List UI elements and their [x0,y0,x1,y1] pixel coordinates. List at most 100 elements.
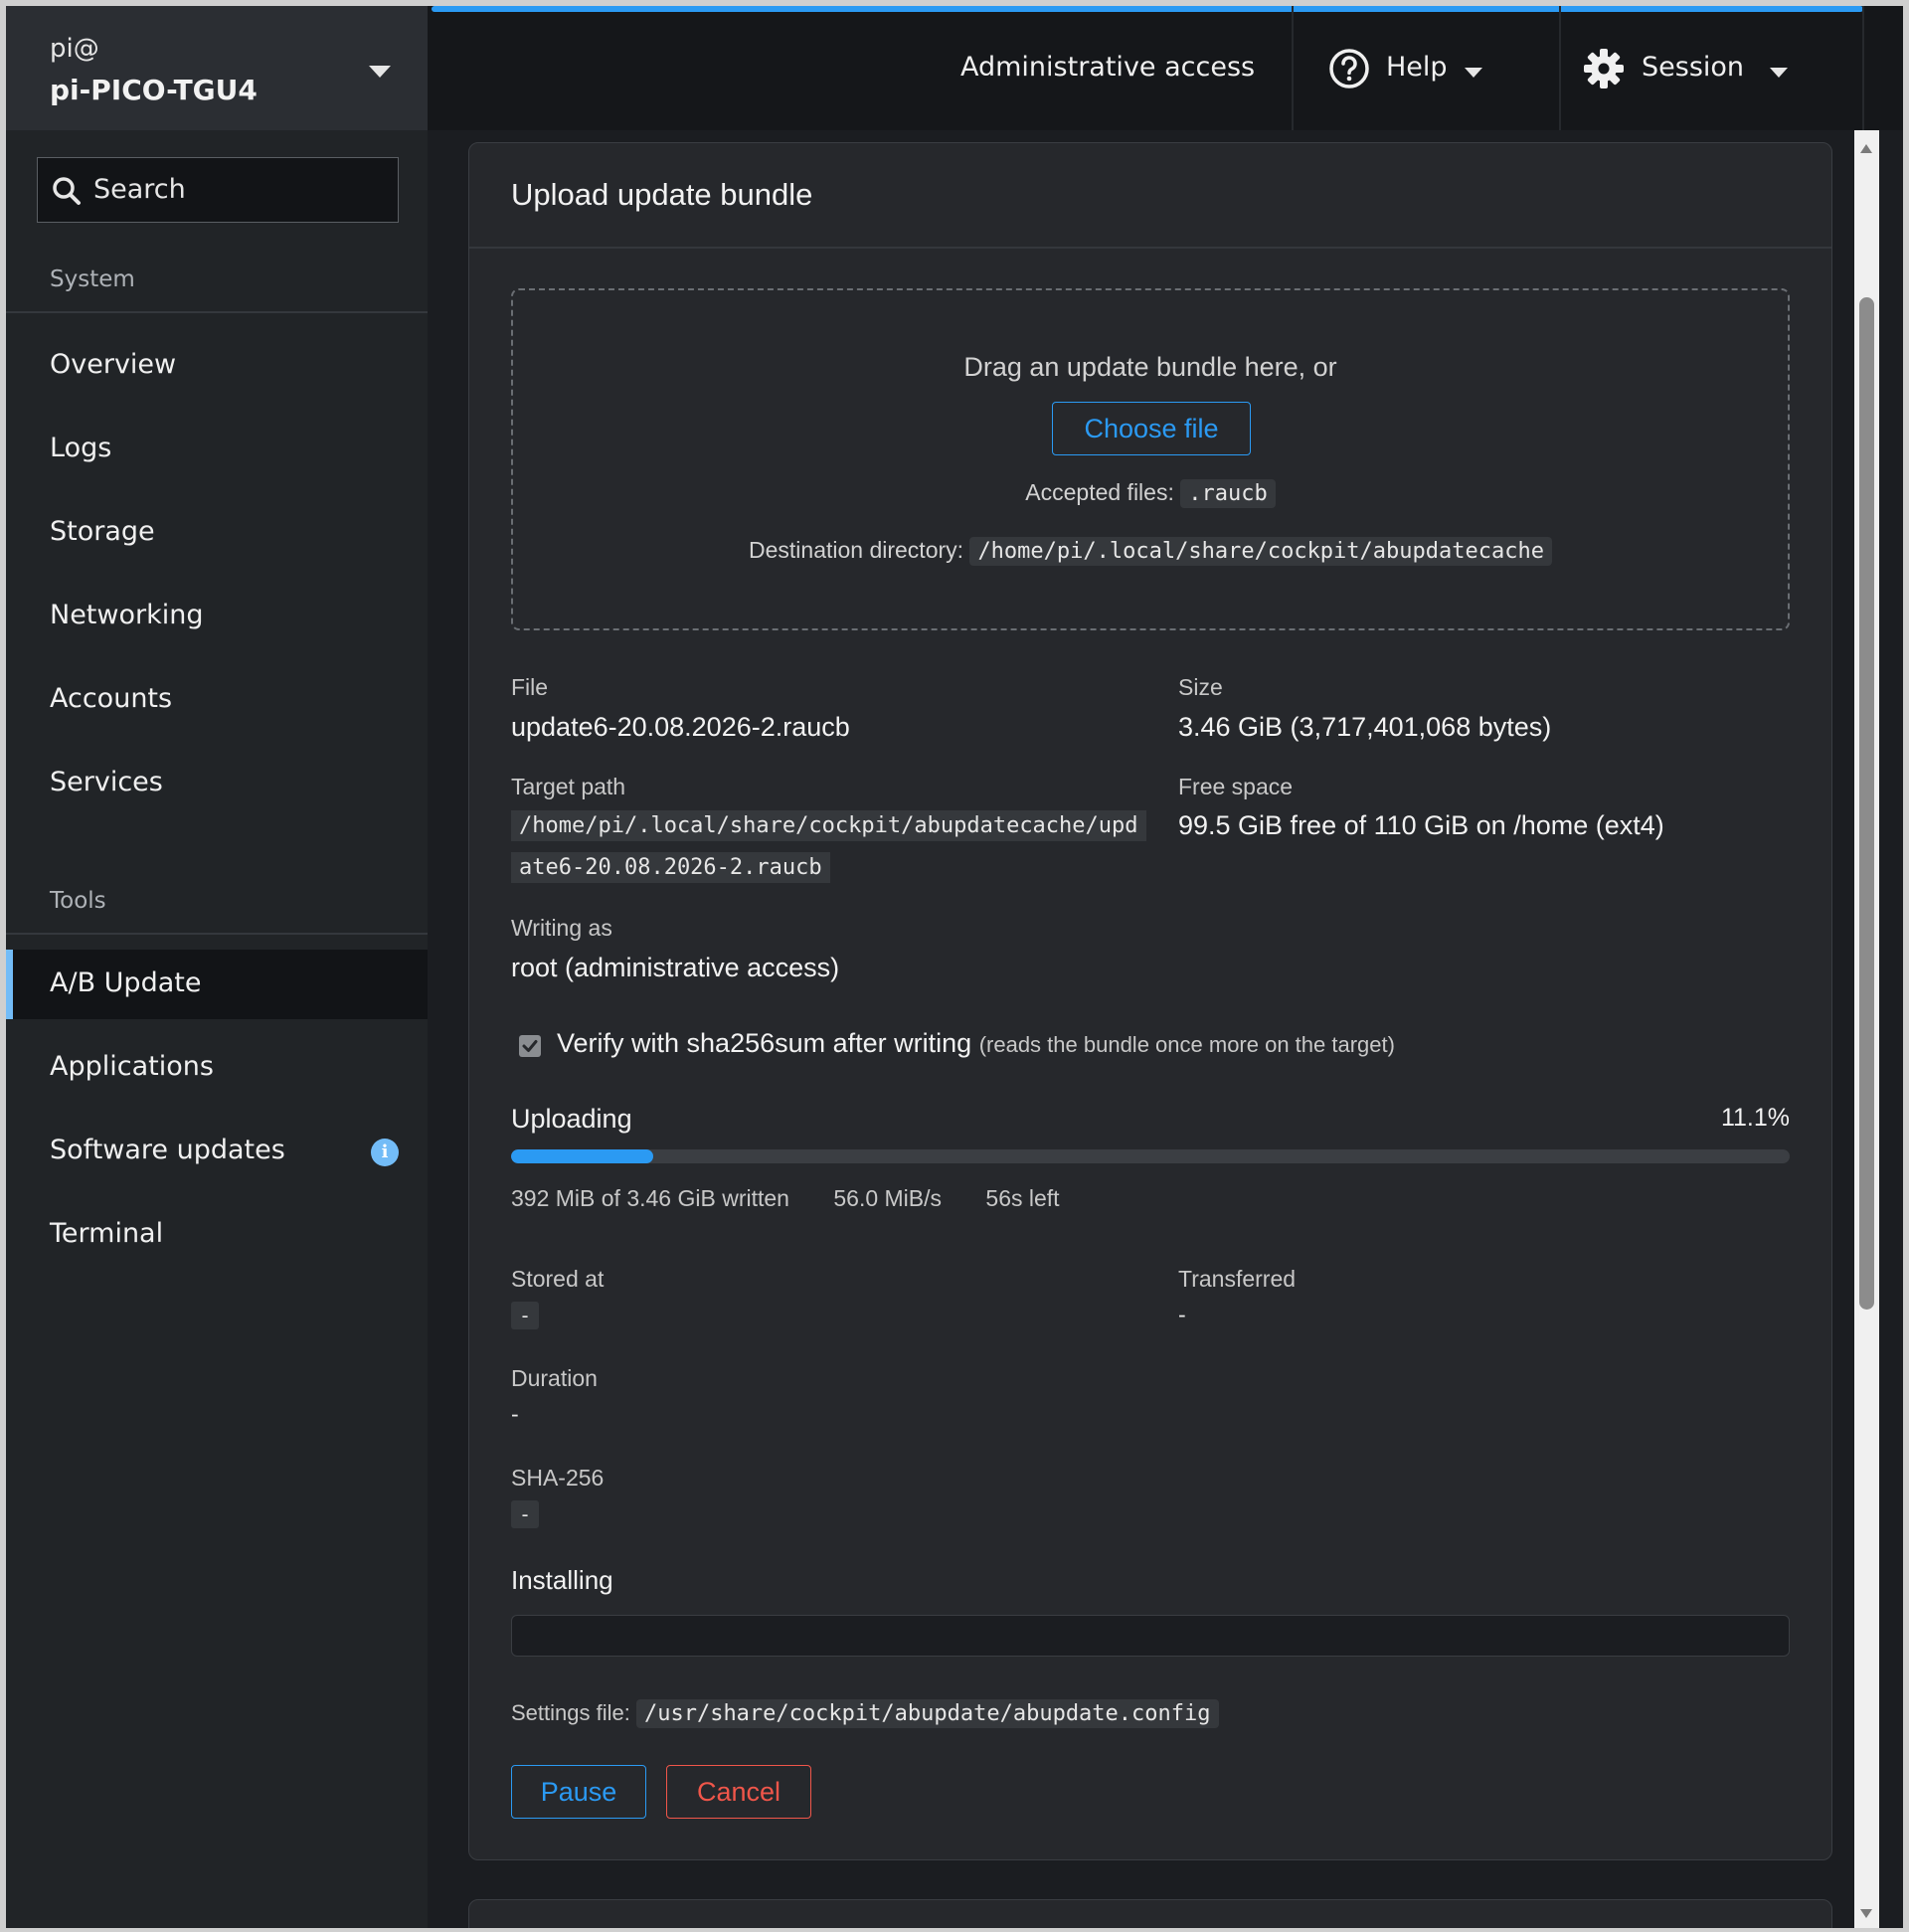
sidebar-item-label: Networking [50,600,204,630]
upload-progress-percent: 11.1% [1720,1104,1790,1132]
file-value: update6-20.08.2026-2.raucb [511,712,850,742]
verify-checkbox[interactable] [519,1035,541,1057]
writing-as-value: root (administrative access) [511,953,840,982]
installing-title: Installing [511,1565,613,1595]
sha256-label: SHA-256 [511,1465,605,1491]
settings-file-label: Settings file: [511,1700,630,1725]
choose-file-button[interactable]: Choose file [1052,402,1251,455]
topbar-separator [1559,6,1561,130]
session-button[interactable]: Session [1642,52,1744,83]
search-placeholder: Search [93,174,186,205]
installing-progress-bar [511,1615,1790,1657]
upload-card: Upload update bundle Drag an update bund… [468,142,1832,1860]
scroll-up-arrow-icon[interactable] [1860,144,1872,153]
sidebar-item-label: Accounts [50,683,173,714]
accepted-files-label: Accepted files: [1025,479,1174,505]
free-space-value: 99.5 GiB free of 110 GiB on /home (ext4) [1178,810,1664,840]
pause-button[interactable]: Pause [511,1765,646,1819]
sidebar: pi@ pi-PICO-TGU4 Search System Overview … [6,6,428,1928]
cancel-button[interactable]: Cancel [666,1765,811,1819]
gear-icon[interactable] [1583,48,1625,89]
target-path-text: /home/pi/.local/share/cockpit/abupdateca… [511,810,1146,883]
upload-progress-fill [511,1149,653,1163]
free-space-label: Free space [1178,774,1294,799]
duration-label: Duration [511,1365,598,1391]
verify-label-text: Verify with sha256sum after writing [557,1028,972,1058]
sidebar-item-label: Software updates [50,1135,285,1165]
sidebar-item-terminal[interactable]: Terminal [6,1200,428,1270]
sidebar-item-accounts[interactable]: Accounts [6,665,428,735]
sha256-value: - [511,1500,540,1528]
duration-value: - [511,1401,519,1427]
scrollbar-thumb[interactable] [1859,297,1874,1310]
sidebar-item-logs[interactable]: Logs [6,415,428,484]
sidebar-item-label: Storage [50,516,155,547]
sidebar-item-label: Services [50,767,163,797]
sidebar-item-software-updates[interactable]: Software updates i [6,1117,428,1186]
scroll-down-arrow-icon[interactable] [1860,1909,1872,1918]
sidebar-item-label: Overview [50,349,177,380]
destination-label: Destination directory: [749,537,964,563]
destination-line: Destination directory: /home/pi/.local/s… [513,537,1788,566]
stored-at-label: Stored at [511,1266,605,1292]
search-icon [53,177,81,205]
help-button[interactable]: Help [1386,52,1448,83]
upload-rate: 56.0 MiB/s [833,1185,943,1211]
card-title: Upload update bundle [511,177,813,212]
next-card [468,1899,1832,1928]
verify-label[interactable]: Verify with sha256sum after writing (rea… [557,1028,1395,1059]
target-path-label: Target path [511,774,626,799]
verify-note: (reads the bundle once more on the targe… [978,1032,1395,1057]
size-value: 3.46 GiB (3,717,401,068 bytes) [1178,712,1552,742]
upload-progress-title: Uploading [511,1104,632,1134]
sidebar-item-label: Logs [50,433,112,463]
checkmark-icon [522,1040,538,1052]
section-divider [6,933,428,935]
help-circle-icon[interactable] [1328,48,1370,89]
search-input[interactable]: Search [37,157,399,223]
writing-as-label: Writing as [511,915,612,941]
sidebar-item-overview[interactable]: Overview [6,331,428,401]
sidebar-item-label: Applications [50,1051,214,1082]
chevron-down-icon[interactable] [1770,68,1788,78]
sidebar-item-label: Terminal [50,1218,164,1249]
destination-value: /home/pi/.local/share/cockpit/abupdateca… [969,537,1552,566]
sidebar-item-label: A/B Update [50,967,202,998]
drop-zone[interactable]: Drag an update bundle here, or Choose fi… [511,288,1790,630]
top-bar: Administrative access Help Session [428,6,1903,130]
upload-written: 392 MiB of 3.46 GiB written [511,1185,789,1211]
section-heading-tools: Tools [50,888,106,914]
topbar-accent [432,6,1863,12]
info-icon: i [371,1139,399,1166]
chevron-down-icon[interactable] [1465,68,1482,78]
card-divider [469,247,1831,249]
size-label: Size [1178,674,1223,700]
file-label: File [511,674,549,700]
app-window: pi@ pi-PICO-TGU4 Search System Overview … [6,6,1903,1928]
section-divider [6,311,428,313]
stored-at-value: - [511,1302,540,1329]
section-heading-system: System [50,266,135,292]
upload-remaining: 56s left [985,1185,1060,1211]
drop-zone-text: Drag an update bundle here, or [963,352,1337,382]
chevron-down-icon[interactable] [369,66,391,78]
sidebar-item-services[interactable]: Services [6,749,428,818]
upload-progress-bar [511,1149,1790,1163]
transferred-value: - [1178,1302,1186,1327]
host-switcher[interactable]: pi@ pi-PICO-TGU4 [6,6,428,130]
upload-stats: 392 MiB of 3.46 GiB written 56.0 MiB/s 5… [511,1185,1098,1212]
scrollbar[interactable] [1854,130,1879,1928]
transferred-label: Transferred [1178,1266,1297,1292]
sidebar-item-applications[interactable]: Applications [6,1033,428,1103]
accepted-files-value: .raucb [1180,479,1276,508]
host-name: pi-PICO-TGU4 [50,74,258,106]
sidebar-item-ab-update[interactable]: A/B Update [6,950,428,1019]
host-user: pi@ [50,34,99,64]
topbar-separator [1862,6,1864,130]
settings-file-line: Settings file: /usr/share/cockpit/abupda… [511,1699,1219,1728]
topbar-separator [1292,6,1294,130]
sidebar-item-storage[interactable]: Storage [6,498,428,568]
sidebar-item-networking[interactable]: Networking [6,582,428,651]
administrative-access-button[interactable]: Administrative access [960,52,1255,83]
accepted-files-line: Accepted files: .raucb [513,479,1788,508]
